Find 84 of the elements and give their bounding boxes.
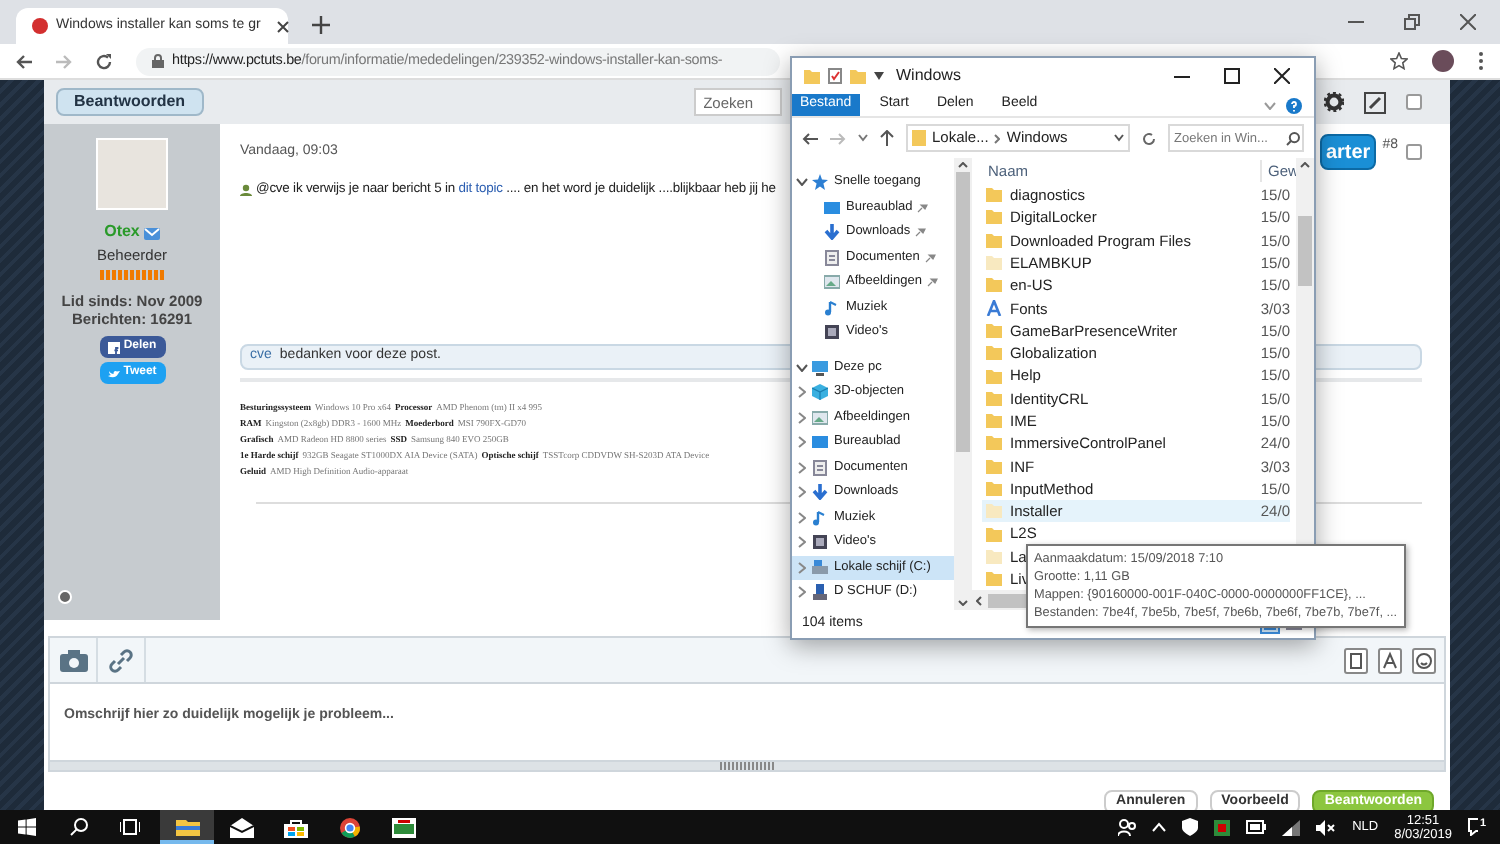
restore-icon[interactable] [1404,14,1420,30]
battery-icon[interactable] [1246,820,1267,834]
shield-icon[interactable] [1182,818,1199,836]
wifi-icon[interactable] [1282,819,1301,835]
search-icon [1286,131,1300,145]
drive-icon [812,559,828,576]
smiley-icon[interactable] [1412,647,1436,673]
chevron-up-icon [1300,162,1310,168]
bird-icon [107,367,120,380]
image-icon [824,274,840,291]
people-icon[interactable] [1118,818,1137,836]
back-icon[interactable] [802,131,818,145]
up-arrow-icon[interactable] [880,130,894,146]
download-icon [824,224,840,241]
chevron-up-icon[interactable] [1152,822,1167,832]
resize-handle[interactable] [719,762,775,770]
music-note-icon [812,509,828,526]
chevron-left-icon [976,595,982,605]
back-icon[interactable] [16,53,32,69]
folder-icon [912,130,926,146]
close-icon[interactable] [276,19,291,33]
clipboard-icon[interactable] [1344,647,1368,673]
new-tab-icon[interactable] [312,16,330,34]
chevron-down-icon[interactable] [796,178,808,187]
pin-icon[interactable] [916,201,929,214]
pin-icon[interactable] [914,226,927,239]
cube-icon [812,384,828,401]
facebook-icon [107,341,120,354]
start-icon[interactable] [18,818,36,836]
search-icon[interactable] [70,818,88,836]
app-tray-icon[interactable] [1214,819,1231,835]
user-icon [240,184,252,197]
maximize-icon[interactable] [1224,68,1240,84]
window-title: Windows [896,64,961,88]
scrollbar[interactable] [954,158,972,610]
rank-bar [100,270,164,281]
checkbox-icon[interactable] [1406,94,1422,110]
chevron-up-icon [958,162,968,168]
monitor-icon [812,434,828,451]
chevron-down-icon[interactable] [1114,134,1124,142]
star-icon[interactable] [1390,52,1408,70]
image-icon [812,409,828,426]
help-icon[interactable] [1286,97,1302,113]
download-icon [812,484,828,501]
edit-icon[interactable] [1364,91,1386,113]
document-icon [812,459,828,476]
refresh-icon[interactable] [1142,131,1156,145]
music-note-icon [824,299,840,316]
starter-button[interactable]: arter [1319,134,1377,170]
checkbox-icon[interactable] [1406,144,1422,160]
chevron-right-icon [994,133,1001,143]
horizontal-scrollbar[interactable] [972,590,1032,610]
film-icon [824,324,840,341]
chevron-down-icon[interactable] [858,134,868,142]
scrollbar-thumb[interactable] [956,172,970,452]
font-folder-icon [986,300,1002,317]
chevron-down-icon [958,600,968,606]
properties-icon[interactable] [828,68,842,84]
radio-icon[interactable] [58,590,72,604]
usb-drive-icon [812,584,828,601]
document-icon [824,249,840,266]
site-icon [32,18,48,34]
star-icon [812,174,828,191]
scrollbar-thumb[interactable] [988,593,1028,607]
lock-icon [152,54,164,68]
avatar-photo-placeholder [96,138,168,210]
folder-icon[interactable] [160,810,214,844]
film-icon [812,534,828,551]
monitor-icon [824,199,840,216]
avatar-icon[interactable] [1432,50,1454,72]
menu-icon[interactable] [1478,52,1484,70]
scrollbar-thumb[interactable] [1298,216,1312,286]
reload-icon[interactable] [96,53,112,69]
task-view-icon[interactable] [120,818,140,836]
pin-icon[interactable] [925,276,938,289]
font-icon[interactable] [1378,647,1402,673]
computer-icon [812,359,828,376]
pin-icon[interactable] [923,251,936,264]
chevron-down-icon[interactable] [796,363,808,372]
speaker-muted-icon[interactable] [1316,819,1337,835]
reply-button[interactable]: Beantwoorden [56,88,204,116]
mail-icon [143,225,160,239]
close-icon[interactable] [1274,68,1290,84]
settings-icon[interactable] [1324,92,1344,112]
